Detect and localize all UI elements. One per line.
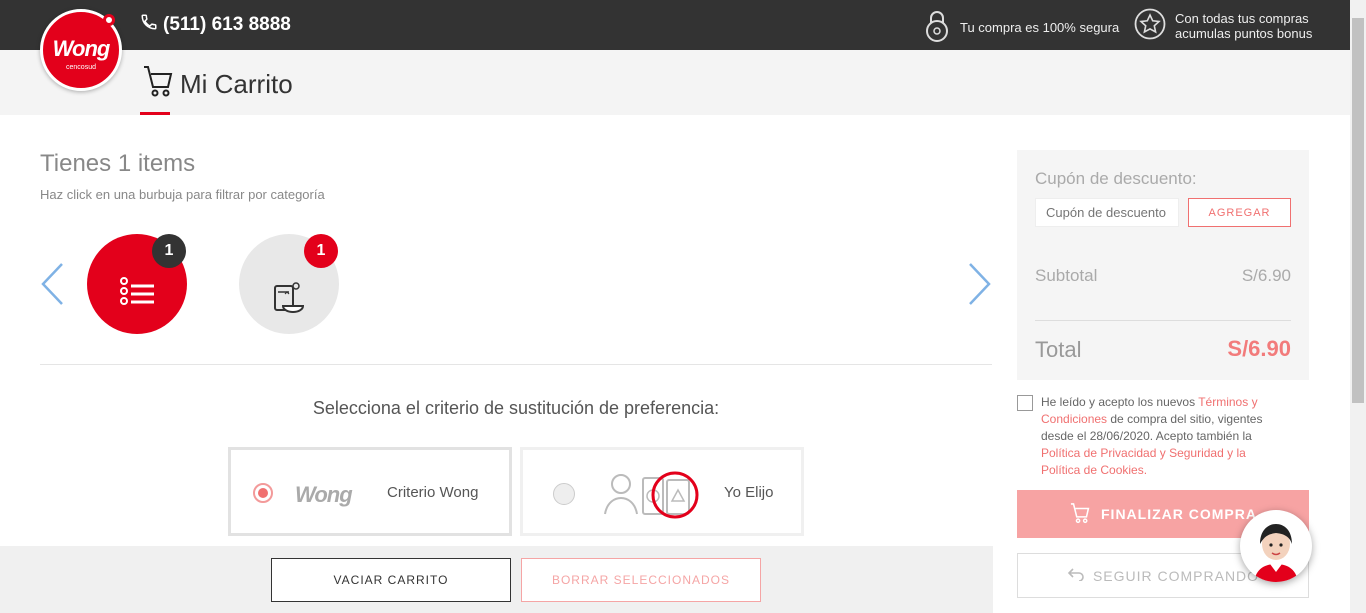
bonus-points: Con todas tus compras acumulas puntos bo… (1134, 8, 1312, 43)
title-underline (140, 112, 170, 115)
privacy-link[interactable]: Política de Privacidad y Seguridad y la … (1041, 446, 1246, 477)
terms-checkbox[interactable] (1017, 395, 1033, 411)
total-value: S/6.90 (1227, 336, 1291, 361)
phone-text: (511) 613 8888 (163, 14, 291, 35)
bubble-count-badge: 1 (152, 234, 186, 268)
substitution-title: Selecciona el criterio de sustitución de… (312, 398, 720, 418)
items-count-title: Tienes 1 items (40, 150, 196, 177)
bonus-text-line2: acumulas puntos bonus (1175, 25, 1313, 41)
substitution-option-label: Criterio Wong (387, 484, 479, 501)
scrollbar-thumb[interactable] (1352, 18, 1364, 403)
cart-icon (1069, 502, 1091, 527)
finish-purchase-label: FINALIZAR COMPRA (1101, 506, 1257, 522)
carousel-next-button[interactable] (968, 262, 992, 306)
subtotal-label: Subtotal (1035, 266, 1098, 285)
bubble-count-badge: 1 (304, 234, 338, 268)
substitution-option-yo-elijo[interactable]: Yo Elijo (520, 447, 804, 536)
substitution-option-label: Yo Elijo (724, 484, 774, 501)
terms-text-part: He leído y acepto los nuevos (1041, 395, 1199, 409)
delete-selected-button[interactable]: BORRAR SELECCIONADOS (521, 558, 761, 602)
substitution-option-wong[interactable]: Wong Criterio Wong (228, 447, 512, 536)
bonus-text-line1: Con todas tus compras (1175, 10, 1309, 26)
subtotal-value: S/6.90 (1241, 266, 1291, 285)
padlock-icon (924, 10, 950, 45)
phone-number[interactable]: (511) 613 8888 (140, 13, 291, 37)
person-choose-icon (604, 471, 699, 519)
order-summary-panel: Cupón de descuento: AGREGAR Subtotal S/6… (1017, 150, 1309, 380)
shopping-cart-icon (142, 64, 174, 105)
empty-cart-button[interactable]: VACIAR CARRITO (271, 558, 511, 602)
section-divider (40, 364, 992, 365)
logo-text: Wong (52, 36, 111, 61)
phone-icon (140, 13, 158, 37)
wong-logo[interactable]: Wong cencosud (40, 9, 122, 91)
coupon-label: Cupón de descuento: (1035, 169, 1197, 188)
logo-subtext: cencosud (66, 64, 96, 71)
chat-assistant-button[interactable] (1240, 510, 1312, 582)
total-label: Total (1035, 337, 1082, 362)
page-title-text: Mi Carrito (180, 69, 293, 99)
page-title: Mi Carrito (142, 64, 293, 105)
carousel-prev-button[interactable] (40, 262, 64, 306)
chevron-right-icon (969, 263, 991, 305)
star-icon (1134, 8, 1166, 43)
terms-text: He leído y acepto los nuevos Términos y … (1041, 394, 1276, 479)
summary-divider (1035, 320, 1291, 321)
radio-selected[interactable] (253, 483, 273, 503)
items-hint: Haz click en una burbuja para filtrar po… (40, 187, 325, 202)
logo-dot (103, 14, 115, 26)
wong-brand-logo: Wong (295, 482, 353, 507)
secure-purchase: Tu compra es 100% segura (924, 10, 1119, 45)
continue-shopping-label: SEGUIR COMPRANDO (1092, 567, 1260, 584)
secure-text: Tu compra es 100% segura (960, 20, 1120, 35)
radio-unselected[interactable] (553, 483, 575, 505)
assistant-avatar-icon (1254, 524, 1298, 582)
chevron-left-icon (41, 263, 63, 305)
apply-coupon-button[interactable]: AGREGAR (1188, 198, 1291, 227)
return-arrow-icon (1067, 567, 1085, 584)
coupon-input[interactable] (1035, 198, 1179, 227)
